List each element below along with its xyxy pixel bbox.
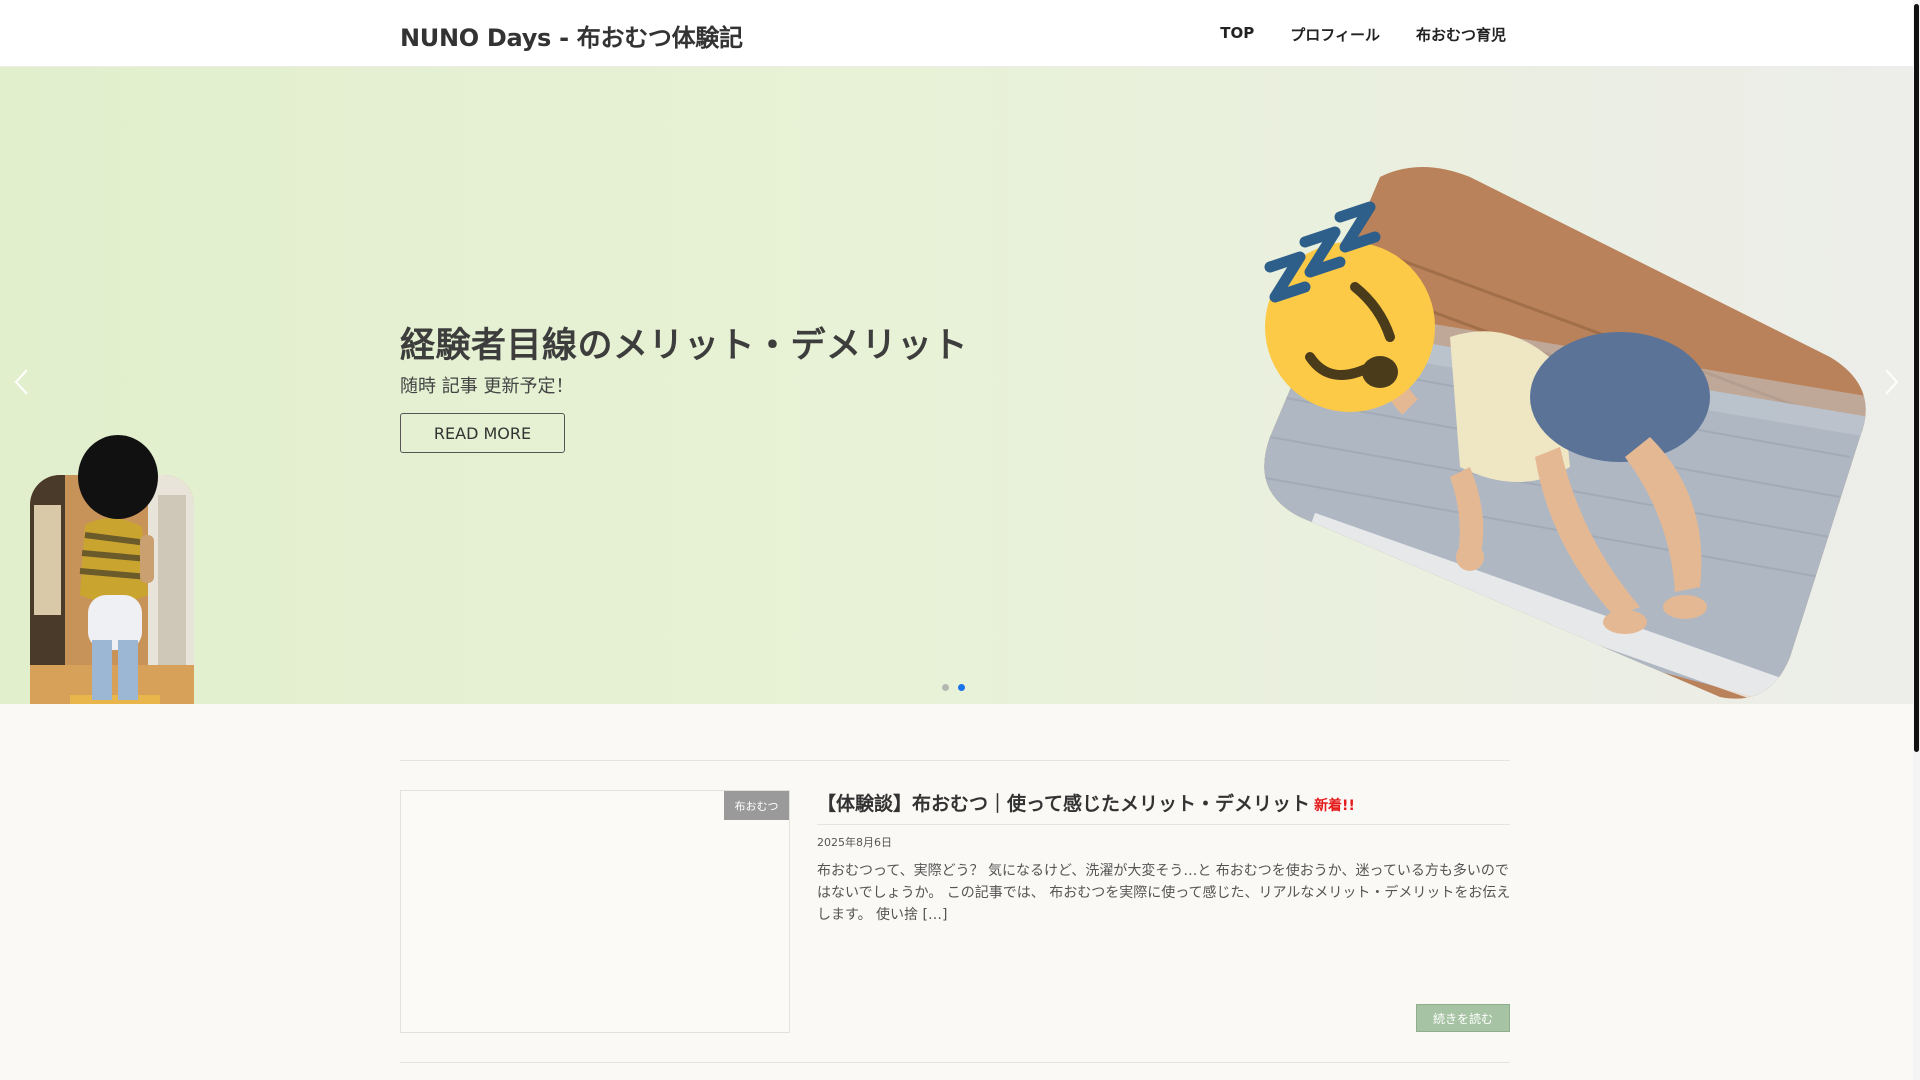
post-thumbnail[interactable]: 布おむつ xyxy=(400,790,790,1033)
chevron-left-icon[interactable] xyxy=(12,367,32,397)
slider-dot-1[interactable] xyxy=(942,684,949,691)
scrollbar-thumb[interactable] xyxy=(1914,4,1919,752)
nav-item-profile[interactable]: プロフィール xyxy=(1290,24,1380,45)
post-title-divider xyxy=(817,824,1510,825)
post-title-text[interactable]: 【体験談】布おむつ｜使って感じたメリット・デメリット xyxy=(817,793,1310,815)
hero-subtitle: 随時 記事 更新予定！ xyxy=(400,376,574,397)
divider-top xyxy=(400,760,1510,761)
nav-item-top[interactable]: TOP xyxy=(1220,24,1254,45)
page-scrollbar[interactable] xyxy=(1913,0,1920,1080)
slider-dot-2[interactable] xyxy=(958,684,965,691)
main-nav: TOP プロフィール 布おむつ育児 xyxy=(1220,24,1506,45)
category-badge[interactable]: 布おむつ xyxy=(724,791,789,820)
read-more-button[interactable]: READ MORE xyxy=(400,413,565,453)
site-header: NUNO Days - 布おむつ体験記 TOP プロフィール 布おむつ育児 xyxy=(0,0,1913,67)
nav-item-cloth-diaper[interactable]: 布おむつ育児 xyxy=(1416,24,1506,45)
post-title[interactable]: 【体験談】布おむつ｜使って感じたメリット・デメリット 新着!! xyxy=(817,789,1355,816)
chevron-right-icon[interactable] xyxy=(1881,367,1901,397)
hero-title: 経験者目線のメリット・デメリット xyxy=(400,326,969,366)
post-date: 2025年8月6日 xyxy=(817,836,892,849)
sleeping-baby-photo xyxy=(1230,137,1880,704)
child-photo-left xyxy=(30,435,194,704)
post-excerpt: 布おむつって、実際どう？ 気になるけど、洗濯が大変そう…と 布おむつを使おうか、… xyxy=(817,863,1511,923)
slider-pagination xyxy=(942,684,965,691)
continue-reading-button[interactable]: 続きを読む xyxy=(1416,1004,1510,1032)
site-title[interactable]: NUNO Days - 布おむつ体験記 xyxy=(400,18,743,53)
divider-bottom xyxy=(400,1062,1510,1063)
hero-slider: 経験者目線のメリット・デメリット 随時 記事 更新予定！ READ MORE xyxy=(0,67,1913,704)
new-badge: 新着!! xyxy=(1314,798,1355,814)
